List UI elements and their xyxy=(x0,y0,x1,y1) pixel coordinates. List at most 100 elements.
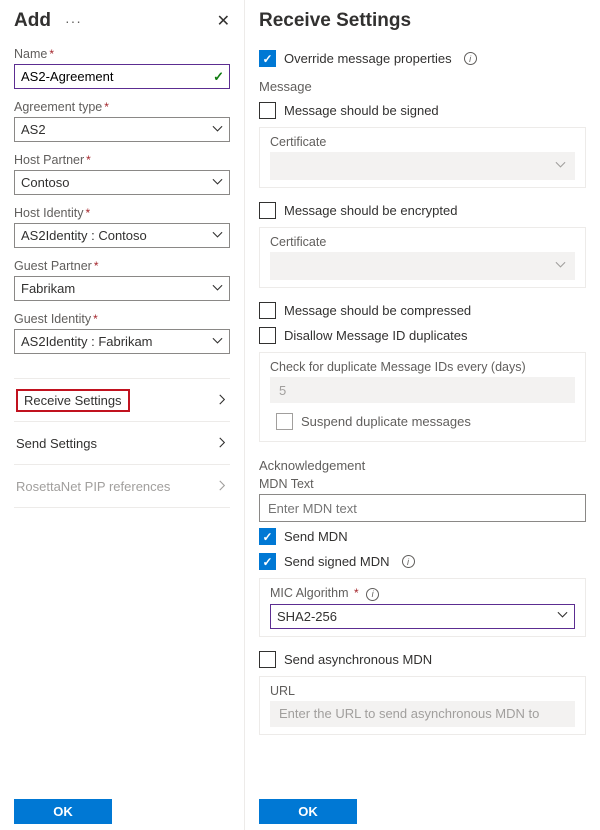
required-icon: * xyxy=(49,47,54,61)
add-pane: Add ··· ✕ Name* ✓ Agreement type* AS2 Ho… xyxy=(0,0,245,830)
name-input[interactable] xyxy=(14,64,230,89)
close-icon[interactable]: ✕ xyxy=(217,11,230,31)
url-input: Enter the URL to send asynchronous MDN t… xyxy=(270,701,575,727)
required-icon: * xyxy=(93,312,98,326)
required-icon: * xyxy=(104,100,109,114)
dup-check-box: Check for duplicate Message IDs every (d… xyxy=(259,352,586,442)
field-host-identity: Host Identity* AS2Identity : Contoso xyxy=(14,205,230,248)
signed-label: Message should be signed xyxy=(284,103,439,118)
cert-label: Certificate xyxy=(270,235,575,249)
send-settings-row[interactable]: Send Settings xyxy=(14,422,230,465)
send-mdn-checkbox[interactable]: ✓ xyxy=(259,528,276,545)
add-title: Add xyxy=(14,10,51,32)
signed-cert-box: Certificate xyxy=(259,127,586,188)
more-icon[interactable]: ··· xyxy=(65,13,82,29)
chevron-down-icon xyxy=(557,609,568,624)
guest-identity-label: Guest Identity xyxy=(14,312,91,326)
guest-partner-label: Guest Partner xyxy=(14,259,92,273)
compressed-row: Message should be compressed xyxy=(259,302,586,319)
rosettanet-label: RosettaNet PIP references xyxy=(16,479,170,494)
agreement-type-value: AS2 xyxy=(21,122,46,137)
field-guest-identity: Guest Identity* AS2Identity : Fabrikam xyxy=(14,311,230,354)
info-icon[interactable]: i xyxy=(402,555,415,568)
chevron-down-icon xyxy=(212,122,223,137)
host-identity-value: AS2Identity : Contoso xyxy=(21,228,147,243)
guest-identity-select[interactable]: AS2Identity : Fabrikam xyxy=(14,329,230,354)
receive-settings-row[interactable]: Receive Settings xyxy=(14,379,230,422)
chevron-right-icon xyxy=(217,393,228,408)
receive-settings-label: Receive Settings xyxy=(16,389,130,412)
cert-label: Certificate xyxy=(270,135,575,149)
chevron-right-icon xyxy=(217,479,228,494)
encrypted-label: Message should be encrypted xyxy=(284,203,457,218)
send-settings-label: Send Settings xyxy=(16,436,97,451)
field-name: Name* ✓ xyxy=(14,46,230,89)
encrypted-row: Message should be encrypted xyxy=(259,202,586,219)
suspend-checkbox xyxy=(276,413,293,430)
chevron-down-icon xyxy=(212,281,223,296)
url-label: URL xyxy=(270,684,575,698)
ok-button-left[interactable]: OK xyxy=(14,799,112,824)
name-label: Name xyxy=(14,47,47,61)
field-guest-partner: Guest Partner* Fabrikam xyxy=(14,258,230,301)
required-icon: * xyxy=(85,206,90,220)
chevron-down-icon xyxy=(212,334,223,349)
encrypted-cert-box: Certificate xyxy=(259,227,586,288)
disallow-dup-label: Disallow Message ID duplicates xyxy=(284,328,468,343)
rosettanet-row[interactable]: RosettaNet PIP references xyxy=(14,465,230,508)
receive-header: Receive Settings xyxy=(259,10,586,32)
host-partner-value: Contoso xyxy=(21,175,69,190)
agreement-type-select[interactable]: AS2 xyxy=(14,117,230,142)
guest-partner-select[interactable]: Fabrikam xyxy=(14,276,230,301)
mic-label: MIC Algorithm * i xyxy=(270,586,575,601)
field-host-partner: Host Partner* Contoso xyxy=(14,152,230,195)
field-agreement-type: Agreement type* AS2 xyxy=(14,99,230,142)
mdn-text-input[interactable] xyxy=(259,494,586,522)
signed-cert-select xyxy=(270,152,575,180)
encrypted-checkbox[interactable] xyxy=(259,202,276,219)
disallow-dup-row: Disallow Message ID duplicates xyxy=(259,327,586,344)
message-section-label: Message xyxy=(259,79,586,94)
chevron-down-icon xyxy=(212,228,223,243)
mic-box: MIC Algorithm * i SHA2-256 xyxy=(259,578,586,637)
async-mdn-checkbox[interactable] xyxy=(259,651,276,668)
chevron-down-icon xyxy=(555,259,566,274)
chevron-down-icon xyxy=(212,175,223,190)
host-partner-label: Host Partner xyxy=(14,153,84,167)
async-mdn-label: Send asynchronous MDN xyxy=(284,652,432,667)
info-icon[interactable]: i xyxy=(366,588,379,601)
ack-section-label: Acknowledgement xyxy=(259,458,586,473)
add-header: Add ··· ✕ xyxy=(14,10,230,32)
override-checkbox[interactable]: ✓ xyxy=(259,50,276,67)
signed-mdn-checkbox[interactable]: ✓ xyxy=(259,553,276,570)
ok-button-right[interactable]: OK xyxy=(259,799,357,824)
dup-check-value: 5 xyxy=(270,377,575,403)
disallow-dup-checkbox[interactable] xyxy=(259,327,276,344)
receive-settings-pane: Receive Settings ✓ Override message prop… xyxy=(245,0,600,830)
host-identity-label: Host Identity xyxy=(14,206,83,220)
mic-select[interactable]: SHA2-256 xyxy=(270,604,575,629)
host-identity-select[interactable]: AS2Identity : Contoso xyxy=(14,223,230,248)
settings-list: Receive Settings Send Settings RosettaNe… xyxy=(14,378,230,508)
host-partner-select[interactable]: Contoso xyxy=(14,170,230,195)
chevron-right-icon xyxy=(217,436,228,451)
mic-value: SHA2-256 xyxy=(277,609,337,624)
url-box: URL Enter the URL to send asynchronous M… xyxy=(259,676,586,735)
guest-partner-value: Fabrikam xyxy=(21,281,75,296)
encrypted-cert-select xyxy=(270,252,575,280)
async-mdn-row: Send asynchronous MDN xyxy=(259,651,586,668)
compressed-checkbox[interactable] xyxy=(259,302,276,319)
signed-row: Message should be signed xyxy=(259,102,586,119)
signed-checkbox[interactable] xyxy=(259,102,276,119)
required-icon: * xyxy=(86,153,91,167)
override-row: ✓ Override message properties i xyxy=(259,50,586,67)
required-icon: * xyxy=(94,259,99,273)
override-label: Override message properties xyxy=(284,51,452,66)
suspend-label: Suspend duplicate messages xyxy=(301,414,471,429)
compressed-label: Message should be compressed xyxy=(284,303,471,318)
receive-title: Receive Settings xyxy=(259,10,411,32)
chevron-down-icon xyxy=(555,159,566,174)
send-mdn-row: ✓ Send MDN xyxy=(259,528,586,545)
send-mdn-label: Send MDN xyxy=(284,529,348,544)
info-icon[interactable]: i xyxy=(464,52,477,65)
